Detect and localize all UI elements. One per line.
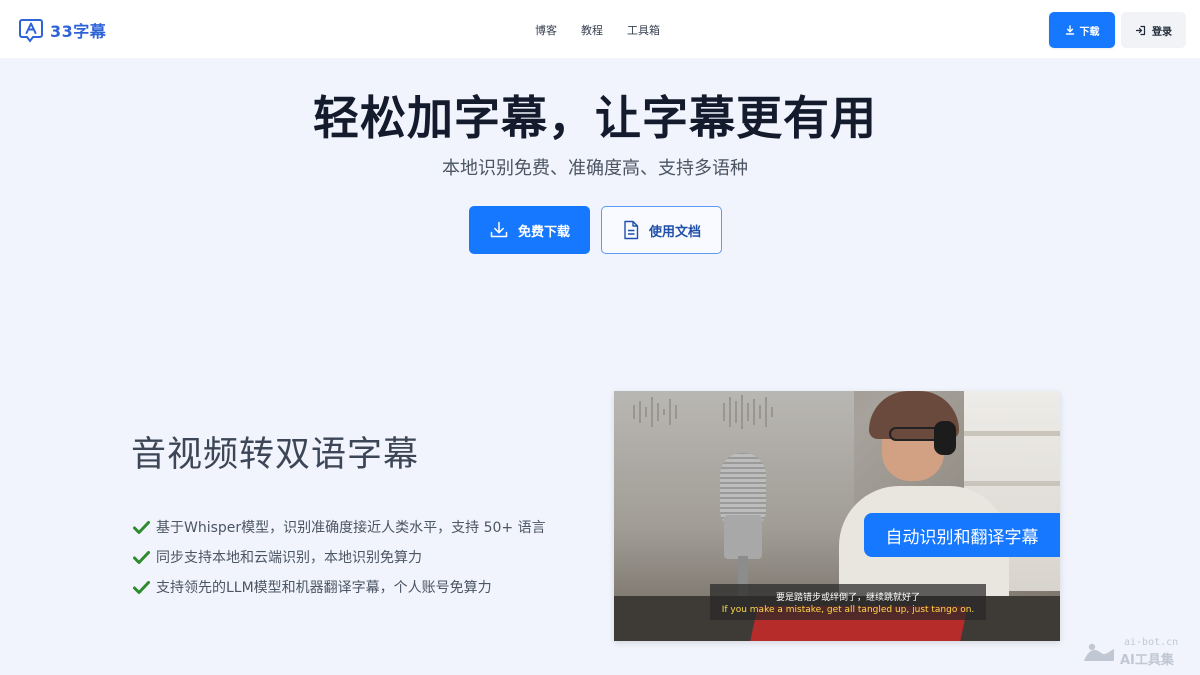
- feature-item: 基于Whisper模型，识别准确度接近人类水平，支持 50+ 语言: [133, 512, 546, 542]
- login-button-label: 登录: [1152, 26, 1172, 38]
- watermark-logo-icon: [1084, 643, 1114, 661]
- docs-button-label: 使用文档: [648, 224, 701, 240]
- logo-text: 33字幕: [50, 22, 107, 41]
- docs-button[interactable]: 使用文档: [601, 206, 722, 254]
- login-button[interactable]: 登录: [1121, 12, 1186, 48]
- feature-item: 支持领先的LLM模型和机器翻译字幕，个人账号免算力: [133, 572, 546, 602]
- login-icon: [1135, 25, 1146, 35]
- nav-item-tutorial[interactable]: 教程: [581, 22, 603, 38]
- logo[interactable]: 33字幕: [18, 17, 106, 43]
- feature-title: 音视频转双语字幕: [131, 435, 420, 475]
- feature-list: 基于Whisper模型，识别准确度接近人类水平，支持 50+ 语言 同步支持本地…: [133, 512, 546, 602]
- main-nav: 博客 教程 工具箱: [535, 22, 660, 38]
- check-icon: [133, 520, 150, 534]
- feature-item: 同步支持本地和云端识别，本地识别免算力: [133, 542, 546, 572]
- hero-title: 轻松加字幕，让字幕更有用: [313, 91, 877, 145]
- top-header: 33字幕 博客 教程 工具箱 下载 登录: [0, 0, 1200, 58]
- shelf-divider: [964, 431, 1060, 436]
- watermark-title: AI工具集: [1120, 653, 1174, 668]
- download-button-label: 下载: [1079, 26, 1100, 38]
- download-button[interactable]: 下载: [1049, 12, 1115, 48]
- auto-translate-badge: 自动识别和翻译字幕: [864, 513, 1060, 557]
- demo-video-preview[interactable]: 自动识别和翻译字幕 要是踏错步或绊倒了，继续跳就好了 If you make a…: [614, 391, 1060, 641]
- hero-subtitle: 本地识别免费、准确度高、支持多语种: [442, 158, 748, 179]
- nav-item-toolbox[interactable]: 工具箱: [627, 22, 660, 38]
- watermark-url: ai-bot.cn: [1124, 637, 1179, 648]
- subtitle-chinese: 要是踏错步或绊倒了，继续跳就好了: [775, 592, 920, 603]
- watermark: ai-bot.cn AI工具集: [1080, 637, 1192, 669]
- feature-item-text: 基于Whisper模型，识别准确度接近人类水平，支持 50+ 语言: [156, 520, 546, 536]
- free-download-label: 免费下载: [517, 224, 570, 240]
- headphone: [934, 421, 956, 455]
- download-icon: [490, 221, 508, 238]
- microphone-body: [724, 515, 762, 559]
- nav-item-blog[interactable]: 博客: [535, 22, 557, 38]
- feature-item-text: 同步支持本地和云端识别，本地识别免算力: [156, 550, 422, 566]
- logo-icon: [19, 19, 43, 43]
- free-download-button[interactable]: 免费下载: [469, 206, 590, 254]
- check-icon: [133, 550, 150, 564]
- subtitle-box: 要是踏错步或绊倒了，继续跳就好了 If you make a mistake, …: [710, 584, 986, 620]
- feature-item-text: 支持领先的LLM模型和机器翻译字幕，个人账号免算力: [156, 580, 492, 596]
- document-icon: [624, 220, 639, 240]
- download-icon: [1065, 25, 1074, 35]
- shelf-divider: [964, 481, 1060, 486]
- subtitle-english: If you make a mistake, get all tangled u…: [721, 604, 975, 615]
- check-icon: [133, 580, 150, 594]
